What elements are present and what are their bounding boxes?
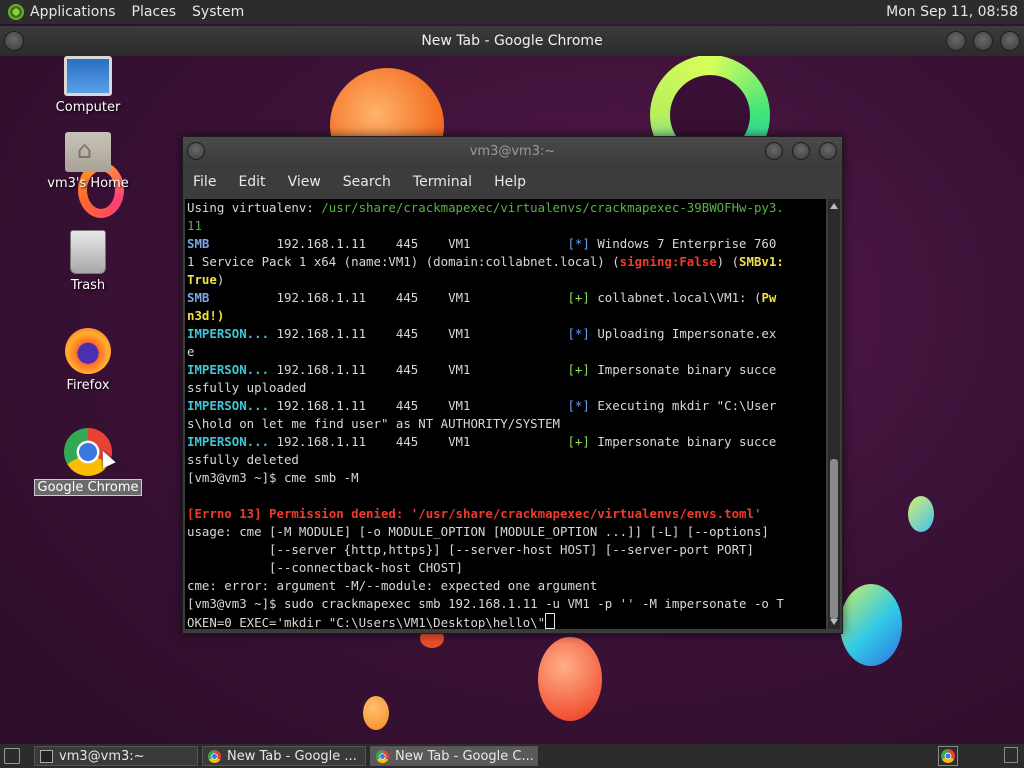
scrollbar-thumb[interactable] bbox=[830, 459, 838, 619]
window-menu-button[interactable] bbox=[187, 142, 205, 160]
workspace-switcher[interactable] bbox=[1004, 747, 1018, 763]
terminal-line: SMB 192.168.1.11 445 VM1 [+] collabnet.l… bbox=[187, 290, 777, 305]
desktop-icon-label: vm3's Home bbox=[47, 176, 129, 191]
menu-system[interactable]: System bbox=[192, 4, 244, 20]
wallpaper-blue-sphere bbox=[840, 584, 902, 666]
desktop-icon-chrome[interactable]: Google Chrome bbox=[28, 428, 148, 496]
chrome-window-titlebar[interactable]: New Tab - Google Chrome bbox=[0, 26, 1024, 56]
maximize-button[interactable] bbox=[792, 142, 810, 160]
terminal-menubar: File Edit View Search Terminal Help bbox=[183, 167, 842, 197]
home-folder-icon bbox=[65, 132, 111, 172]
terminal-title: vm3@vm3:~ bbox=[469, 144, 556, 159]
terminal-line: Using virtualenv: /usr/share/crackmapexe… bbox=[187, 200, 784, 215]
menu-search[interactable]: Search bbox=[343, 174, 391, 190]
scroll-up-icon[interactable] bbox=[830, 203, 838, 209]
terminal-line: OKEN=0 EXEC='mkdir "C:\Users\VM1\Desktop… bbox=[187, 613, 826, 629]
desktop-icon-label: Trash bbox=[70, 278, 106, 293]
firefox-icon bbox=[65, 328, 111, 374]
terminal-icon bbox=[40, 750, 53, 763]
terminal-line: ssfully deleted bbox=[187, 452, 299, 467]
chrome-icon bbox=[376, 750, 389, 763]
top-panel: Applications Places System Mon Sep 11, 0… bbox=[0, 0, 1024, 24]
menu-places[interactable]: Places bbox=[132, 4, 177, 20]
chrome-icon bbox=[208, 750, 221, 763]
terminal-window[interactable]: vm3@vm3:~ File Edit View Search Terminal… bbox=[182, 136, 843, 634]
trash-icon bbox=[70, 230, 106, 274]
terminal-line: SMB 192.168.1.11 445 VM1 [*] Windows 7 E… bbox=[187, 236, 777, 251]
task-chrome-1[interactable]: New Tab - Google ... bbox=[202, 746, 366, 766]
terminal-line: [vm3@vm3 ~]$ cme smb -M bbox=[187, 470, 359, 485]
desktop-icon-firefox[interactable]: Firefox bbox=[28, 328, 148, 393]
terminal-line: [Errno 13] Permission denied: '/usr/shar… bbox=[187, 506, 762, 521]
terminal-scrollbar[interactable] bbox=[828, 199, 840, 629]
window-menu-button[interactable] bbox=[4, 31, 24, 51]
terminal-line: n3d!) bbox=[187, 308, 225, 323]
menu-file[interactable]: File bbox=[193, 174, 216, 190]
wallpaper-red-sphere bbox=[538, 637, 602, 721]
text-cursor bbox=[545, 613, 556, 629]
menu-terminal[interactable]: Terminal bbox=[413, 174, 472, 190]
task-terminal[interactable]: vm3@vm3:~ bbox=[34, 746, 198, 766]
menu-view[interactable]: View bbox=[288, 174, 321, 190]
scroll-down-icon[interactable] bbox=[830, 619, 838, 625]
terminal-output[interactable]: Using virtualenv: /usr/share/crackmapexe… bbox=[185, 199, 826, 629]
desktop-icon-label: Firefox bbox=[66, 378, 110, 393]
terminal-line: IMPERSON... 192.168.1.11 445 VM1 [*] Upl… bbox=[187, 326, 777, 341]
maximize-button[interactable] bbox=[973, 31, 993, 51]
desktop-icon-label: Computer bbox=[55, 100, 121, 115]
task-label: New Tab - Google C... bbox=[395, 749, 534, 764]
menu-edit[interactable]: Edit bbox=[238, 174, 265, 190]
terminal-line: [--server {http,https}] [--server-host H… bbox=[187, 542, 754, 557]
tray-chrome-launcher[interactable] bbox=[938, 746, 958, 766]
task-chrome-2[interactable]: New Tab - Google C... bbox=[370, 746, 538, 766]
desktop-icon-home[interactable]: vm3's Home bbox=[28, 132, 148, 191]
task-label: New Tab - Google ... bbox=[227, 749, 357, 764]
bottom-taskbar: vm3@vm3:~ New Tab - Google ... New Tab -… bbox=[0, 744, 1024, 768]
minimize-button[interactable] bbox=[946, 31, 966, 51]
terminal-line: ssfully uploaded bbox=[187, 380, 307, 395]
terminal-line: IMPERSON... 192.168.1.11 445 VM1 [+] Imp… bbox=[187, 362, 777, 377]
desktop-icon-label: Google Chrome bbox=[33, 479, 143, 496]
computer-icon bbox=[64, 56, 112, 96]
terminal-line: e bbox=[187, 344, 195, 359]
wallpaper-small-orange-sphere bbox=[363, 696, 389, 730]
desktop-icon-computer[interactable]: Computer bbox=[28, 56, 148, 115]
close-button[interactable] bbox=[1000, 31, 1020, 51]
desktop-icon-trash[interactable]: Trash bbox=[28, 230, 148, 293]
task-label: vm3@vm3:~ bbox=[59, 749, 145, 764]
terminal-line: usage: cme [-M MODULE] [-o MODULE_OPTION… bbox=[187, 524, 769, 539]
terminal-line: IMPERSON... 192.168.1.11 445 VM1 [*] Exe… bbox=[187, 398, 777, 413]
wallpaper-small-blue-sphere bbox=[908, 496, 934, 532]
terminal-line: [--connectback-host CHOST] bbox=[187, 560, 464, 575]
terminal-line: s\hold on let me find user" as NT AUTHOR… bbox=[187, 416, 560, 431]
terminal-line: True) bbox=[187, 272, 225, 287]
terminal-line: 1 Service Pack 1 x64 (name:VM1) (domain:… bbox=[187, 254, 784, 269]
distro-logo-icon[interactable] bbox=[8, 4, 24, 20]
terminal-line: 11 bbox=[187, 218, 202, 233]
chrome-window-title: New Tab - Google Chrome bbox=[421, 33, 603, 49]
close-button[interactable] bbox=[819, 142, 837, 160]
panel-clock[interactable]: Mon Sep 11, 08:58 bbox=[886, 4, 1018, 20]
terminal-line: [vm3@vm3 ~]$ sudo crackmapexec smb 192.1… bbox=[187, 596, 784, 611]
terminal-titlebar[interactable]: vm3@vm3:~ bbox=[183, 137, 842, 167]
minimize-button[interactable] bbox=[765, 142, 783, 160]
menu-applications[interactable]: Applications bbox=[30, 4, 116, 20]
chrome-icon bbox=[941, 749, 955, 763]
terminal-line: cme: error: argument -M/--module: expect… bbox=[187, 578, 598, 593]
show-desktop-icon[interactable] bbox=[4, 748, 20, 764]
menu-help[interactable]: Help bbox=[494, 174, 526, 190]
terminal-line: IMPERSON... 192.168.1.11 445 VM1 [+] Imp… bbox=[187, 434, 777, 449]
